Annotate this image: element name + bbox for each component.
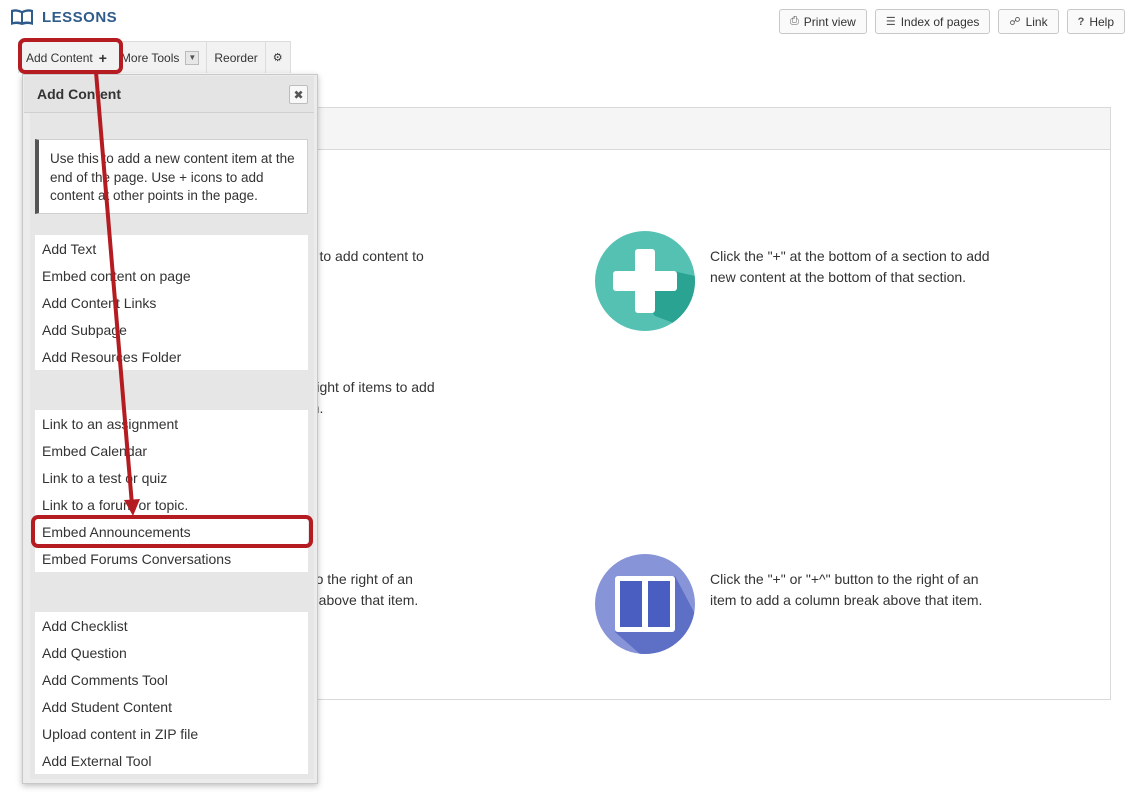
annotation-arrow: [94, 71, 140, 516]
